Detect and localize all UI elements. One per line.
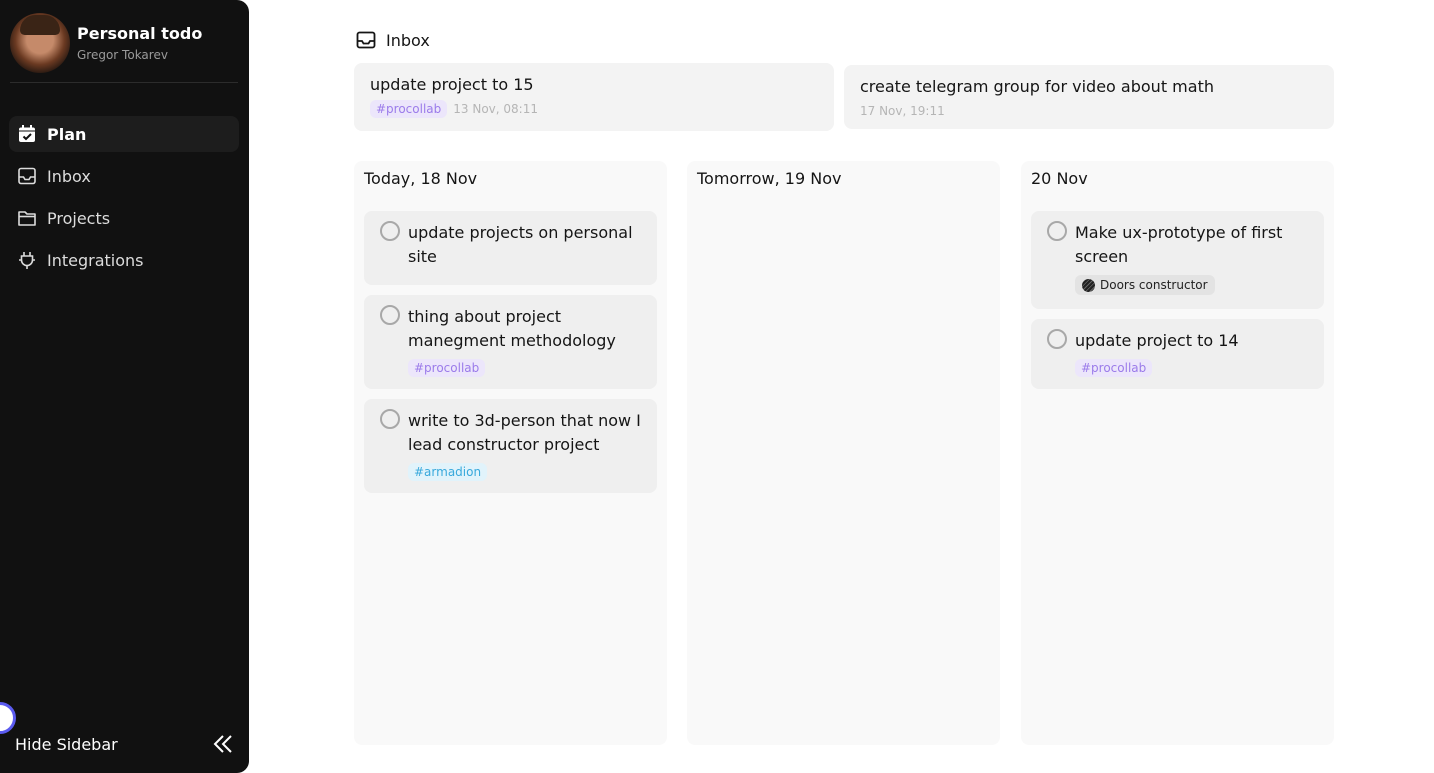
sidebar-item-projects[interactable]: Projects	[9, 200, 239, 236]
inbox-item-date: 17 Nov, 19:11	[860, 104, 945, 118]
sidebar: Personal todo Gregor Tokarev Plan Inbox …	[0, 0, 249, 773]
inbox-item[interactable]: create telegram group for video about ma…	[844, 65, 1334, 129]
task-checkbox[interactable]	[380, 305, 400, 325]
task-title: Make ux-prototype of first screen	[1075, 223, 1283, 266]
column-title: Tomorrow, 19 Nov	[697, 169, 842, 188]
inbox-title: Inbox	[386, 30, 430, 50]
inbox-icon	[18, 167, 36, 185]
column-title: 20 Nov	[1031, 169, 1088, 188]
task-title: update project to 14	[1075, 331, 1239, 350]
task-card[interactable]: update projects on personal site	[364, 211, 657, 285]
project-badge[interactable]: Doors constructor	[1075, 275, 1215, 295]
day-column-20-nov: 20 Nov Make ux-prototype of first screen…	[1021, 161, 1334, 745]
inbox-icon	[356, 31, 376, 49]
tag-badge[interactable]: #procollab	[370, 100, 448, 118]
sidebar-nav: Plan Inbox Projects Integrations	[9, 116, 239, 284]
task-card[interactable]: Make ux-prototype of first screen Doors …	[1031, 211, 1324, 309]
inbox-item-date: 13 Nov, 08:11	[453, 102, 538, 116]
inbox-item-title: update project to 15	[370, 75, 534, 94]
inbox-item-meta: 17 Nov, 19:11	[860, 104, 1318, 118]
task-title: update projects on personal site	[408, 223, 633, 266]
inbox-item-title: create telegram group for video about ma…	[860, 77, 1214, 96]
folder-icon	[18, 211, 36, 226]
hide-sidebar-label: Hide Sidebar	[15, 734, 118, 754]
sidebar-item-label: Plan	[47, 124, 87, 144]
workspace-title: Personal todo	[77, 24, 203, 43]
task-checkbox[interactable]	[380, 221, 400, 241]
project-logo-icon	[1082, 278, 1095, 292]
sidebar-item-plan[interactable]: Plan	[9, 116, 239, 152]
double-chevron-left-icon	[213, 735, 232, 753]
day-column-today: Today, 18 Nov update projects on persona…	[354, 161, 667, 745]
tag-badge[interactable]: #armadion	[408, 463, 488, 481]
task-card[interactable]: write to 3d-person that now I lead const…	[364, 399, 657, 493]
inbox-item[interactable]: update project to 15 #procollab 13 Nov, …	[354, 63, 834, 131]
task-card[interactable]: update project to 14 #procollab	[1031, 319, 1324, 389]
column-title: Today, 18 Nov	[364, 169, 478, 188]
task-title: thing about project manegment methodolog…	[408, 307, 616, 350]
sidebar-item-label: Projects	[47, 208, 111, 228]
plug-icon	[19, 252, 35, 269]
task-checkbox[interactable]	[1047, 221, 1067, 241]
sidebar-item-integrations[interactable]: Integrations	[9, 242, 239, 278]
task-title: write to 3d-person that now I lead const…	[408, 411, 641, 454]
task-card[interactable]: thing about project manegment methodolog…	[364, 295, 657, 389]
inbox-header: Inbox	[356, 30, 430, 50]
hide-sidebar-button[interactable]: Hide Sidebar	[15, 730, 235, 758]
inbox-item-meta: #procollab 13 Nov, 08:11	[370, 100, 818, 118]
sidebar-item-label: Integrations	[47, 250, 144, 270]
project-name: Doors constructor	[1100, 278, 1208, 292]
sidebar-item-label: Inbox	[47, 166, 91, 186]
task-checkbox[interactable]	[380, 409, 400, 429]
sidebar-item-inbox[interactable]: Inbox	[9, 158, 239, 194]
tag-badge[interactable]: #procollab	[408, 359, 486, 377]
day-column-tomorrow: Tomorrow, 19 Nov	[687, 161, 1000, 745]
tag-badge[interactable]: #procollab	[1075, 359, 1153, 377]
avatar	[10, 13, 70, 73]
task-checkbox[interactable]	[1047, 329, 1067, 349]
calendar-check-icon	[19, 125, 35, 142]
profile[interactable]: Personal todo Gregor Tokarev	[10, 13, 238, 83]
user-name: Gregor Tokarev	[77, 48, 168, 62]
